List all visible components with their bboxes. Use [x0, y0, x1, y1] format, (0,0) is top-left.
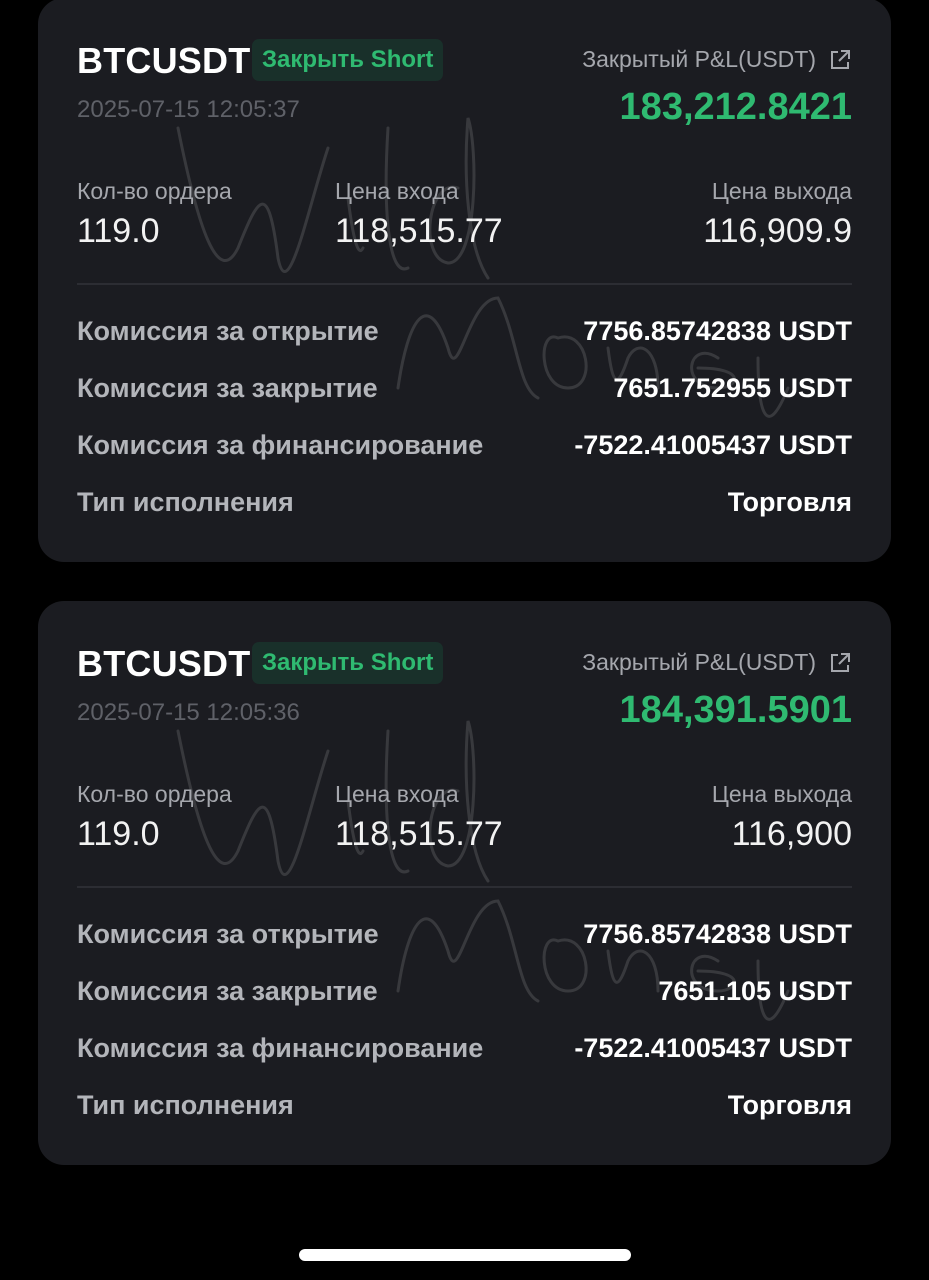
fee-row-close: Комиссия за закрытие 7651.752955 USDT: [77, 373, 852, 413]
symbol: BTCUSDT: [77, 40, 251, 81]
fee-row-close: Комиссия за закрытие 7651.105 USDT: [77, 976, 852, 1016]
trade-card[interactable]: BTCUSDT Закрыть Short 2025-07-15 12:05:3…: [38, 0, 891, 562]
fee-close-label: Комиссия за закрытие: [77, 373, 378, 403]
watermark: [176, 117, 790, 418]
fee-row-open: Комиссия за открытие 7756.85742838 USDT: [77, 316, 852, 356]
exec-type-label: Тип исполнения: [77, 487, 294, 517]
fee-close-label: Комиссия за закрытие: [77, 976, 378, 1006]
pnl-label-group[interactable]: Закрытый P&L(USDT): [582, 649, 852, 676]
exit-price-label: Цена выхода: [711, 178, 852, 204]
divider: [77, 283, 852, 285]
fee-close-value: 7651.105 USDT: [658, 976, 852, 1006]
fee-close-value: 7651.752955 USDT: [613, 373, 852, 403]
entry-price-value: 118,515.77: [335, 815, 503, 853]
symbol: BTCUSDT: [77, 643, 251, 684]
pnl-value: 184,391.5901: [619, 689, 852, 731]
side-badge: Закрыть Short: [252, 642, 444, 684]
exec-type-row: Тип исполнения Торговля: [77, 487, 852, 527]
fee-open-value: 7756.85742838 USDT: [583, 316, 852, 346]
order-qty-label: Кол-во ордера: [77, 781, 232, 807]
screen: BTCUSDT Закрыть Short 2025-07-15 12:05:3…: [0, 0, 929, 1280]
pnl-label-group[interactable]: Закрытый P&L(USDT): [582, 46, 852, 73]
fee-open-label: Комиссия за открытие: [77, 919, 379, 949]
order-qty-value: 119.0: [77, 212, 160, 250]
fee-funding-label: Комиссия за финансирование: [77, 430, 484, 460]
exec-type-label: Тип исполнения: [77, 1090, 294, 1120]
trade-card[interactable]: BTCUSDT Закрыть Short 2025-07-15 12:05:3…: [38, 601, 891, 1165]
exec-type-value: Торговля: [727, 1090, 852, 1120]
pnl-label: Закрытый P&L(USDT): [582, 46, 816, 72]
watermark: [176, 720, 790, 1021]
fee-row-funding: Комиссия за финансирование -7522.4100543…: [77, 1033, 852, 1073]
entry-price-value: 118,515.77: [335, 212, 503, 250]
timestamp: 2025-07-15 12:05:37: [77, 96, 300, 123]
fee-funding-value: -7522.41005437 USDT: [574, 430, 852, 460]
side-badge: Закрыть Short: [252, 39, 444, 81]
order-qty-value: 119.0: [77, 815, 160, 853]
exit-price-value: 116,909.9: [703, 212, 852, 250]
external-link-icon[interactable]: [828, 651, 852, 675]
exec-type-value: Торговля: [727, 487, 852, 517]
timestamp: 2025-07-15 12:05:36: [77, 699, 300, 726]
external-link-icon[interactable]: [828, 48, 852, 72]
pnl-label: Закрытый P&L(USDT): [582, 649, 816, 675]
fee-row-open: Комиссия за открытие 7756.85742838 USDT: [77, 919, 852, 959]
divider: [77, 886, 852, 888]
pnl-value: 183,212.8421: [619, 86, 852, 128]
exit-price-label: Цена выхода: [711, 781, 852, 807]
fee-row-funding: Комиссия за финансирование -7522.4100543…: [77, 430, 852, 470]
home-indicator[interactable]: [299, 1249, 631, 1261]
exec-type-row: Тип исполнения Торговля: [77, 1090, 852, 1130]
fee-open-value: 7756.85742838 USDT: [583, 919, 852, 949]
fee-funding-value: -7522.41005437 USDT: [574, 1033, 852, 1063]
fee-funding-label: Комиссия за финансирование: [77, 1033, 484, 1063]
order-qty-label: Кол-во ордера: [77, 178, 232, 204]
exit-price-value: 116,900: [731, 815, 852, 853]
entry-price-label: Цена входа: [335, 178, 459, 204]
entry-price-label: Цена входа: [335, 781, 459, 807]
fee-open-label: Комиссия за открытие: [77, 316, 379, 346]
